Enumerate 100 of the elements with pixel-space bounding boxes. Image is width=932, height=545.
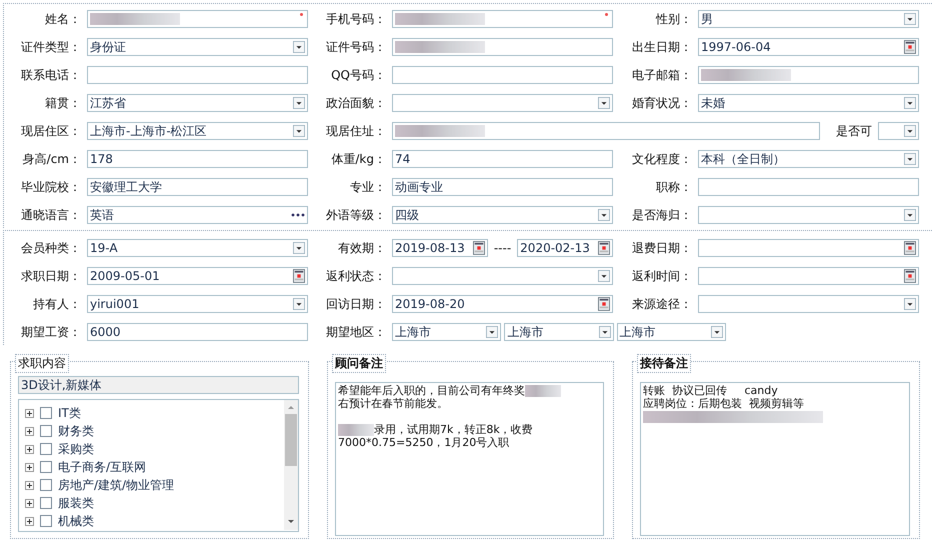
- expand-icon[interactable]: [25, 426, 34, 436]
- dropdown-caret-icon: [710, 326, 723, 338]
- field-label: 外语等级：: [325, 206, 387, 224]
- dropdown-caret-icon: [293, 41, 305, 53]
- text-field[interactable]: [698, 66, 919, 84]
- checkbox[interactable]: [40, 479, 52, 491]
- dropdown[interactable]: 身份证: [87, 38, 308, 56]
- checkbox[interactable]: [40, 497, 52, 509]
- text-field[interactable]: [392, 38, 613, 56]
- field-label: 文化程度：: [631, 150, 693, 168]
- dropdown[interactable]: 上海市: [392, 323, 502, 341]
- calendar-icon: [598, 297, 610, 311]
- expand-icon[interactable]: [25, 462, 34, 472]
- dropdown-caret-icon: [904, 125, 916, 137]
- dropdown-caret-icon: [293, 242, 305, 254]
- field-label: 政治面貌：: [325, 94, 387, 112]
- scrollbar[interactable]: [284, 400, 298, 530]
- dropdown[interactable]: 四级: [392, 206, 613, 224]
- category-label[interactable]: 服装类: [58, 494, 94, 512]
- field-label: 持有人：: [32, 296, 82, 312]
- field-label: 体重/kg：: [330, 150, 387, 168]
- category-label[interactable]: 机械类: [58, 512, 94, 530]
- dropdown[interactable]: 上海市: [616, 323, 726, 341]
- dropdown[interactable]: 19-A: [87, 239, 308, 257]
- date-field[interactable]: [698, 239, 919, 257]
- field-label: 求职日期：: [20, 268, 82, 284]
- expand-icon[interactable]: [25, 444, 34, 454]
- dropdown[interactable]: [392, 94, 613, 112]
- date-field[interactable]: 2019-08-20: [392, 295, 613, 313]
- expand-icon[interactable]: [25, 516, 34, 526]
- text-field[interactable]: 178: [87, 150, 308, 168]
- text-field[interactable]: [392, 122, 820, 140]
- category-label[interactable]: IT类: [58, 404, 81, 422]
- category-label[interactable]: 采购类: [58, 440, 94, 458]
- dropdown[interactable]: [698, 295, 919, 313]
- lookup-field[interactable]: 英语: [87, 206, 308, 224]
- panel-legend: 接待备注: [637, 354, 691, 373]
- note-text: 右预计在春节前能发。: [338, 397, 448, 410]
- dropdown[interactable]: 未婚: [698, 94, 919, 112]
- dropdown-caret-icon: [486, 326, 498, 338]
- dropdown[interactable]: [698, 206, 919, 224]
- dropdown-caret-icon: [904, 298, 916, 310]
- date-field[interactable]: 2019-08-13: [392, 239, 488, 257]
- dropdown-caret-icon: [904, 97, 916, 109]
- field-label: 是否海归：: [631, 206, 693, 224]
- checkbox[interactable]: [40, 461, 52, 473]
- dropdown-caret-icon: [904, 13, 916, 25]
- note-text: 转账 协议已回传 candy: [643, 384, 778, 397]
- text-field[interactable]: [392, 66, 613, 84]
- redacted-block: [338, 424, 374, 436]
- dropdown-caret-icon: [598, 97, 610, 109]
- panel-legend: 顾问备注: [332, 354, 386, 373]
- dropdown[interactable]: 本科（全日制）: [698, 150, 919, 168]
- dropdown-caret-icon: [904, 153, 916, 165]
- note-textarea[interactable]: 转账 协议已回传 candy 应聘岗位：后期包装 视频剪辑等: [640, 382, 910, 536]
- dropdown[interactable]: [392, 267, 613, 285]
- range-dash: ----: [492, 241, 512, 255]
- category-label[interactable]: 财务类: [58, 422, 94, 440]
- checkbox[interactable]: [40, 443, 52, 455]
- calendar-icon: [904, 241, 916, 255]
- expand-icon[interactable]: [25, 498, 34, 508]
- text-field[interactable]: [698, 178, 919, 196]
- dropdown[interactable]: yirui001: [87, 295, 308, 313]
- dropdown[interactable]: 男: [698, 10, 919, 28]
- field-label: 期望工资：: [20, 324, 82, 340]
- dropdown[interactable]: 江苏省: [87, 94, 308, 112]
- field-label: 专业：: [349, 178, 387, 196]
- field-label: 有效期：: [337, 240, 387, 256]
- text-field[interactable]: [87, 66, 308, 84]
- checkbox[interactable]: [40, 407, 52, 419]
- text-field[interactable]: [87, 10, 308, 28]
- text-field[interactable]: 74: [392, 150, 613, 168]
- date-field[interactable]: [698, 267, 919, 285]
- field-label: 现居住区：: [20, 122, 82, 140]
- date-field[interactable]: 2020-02-13: [517, 239, 614, 257]
- expand-icon[interactable]: [25, 480, 34, 490]
- dropdown[interactable]: 上海市-上海市-松江区: [87, 122, 308, 140]
- ellipsis-icon: [291, 213, 305, 217]
- text-field[interactable]: 6000: [87, 323, 308, 341]
- category-label[interactable]: 房地产/建筑/物业管理: [58, 476, 174, 494]
- note-text: 录用，试用期7k，转正8k，收费: [374, 423, 533, 436]
- text-field[interactable]: 安徽理工大学: [87, 178, 308, 196]
- note-textarea[interactable]: 希望能年后入职的，目前公司有年终奖 右预计在春节前能发。 录用，试用期7k，转正8k，收费 7000*0.75=5250，1月20号入职: [335, 382, 604, 536]
- field-label: 婚育状况：: [631, 94, 693, 112]
- calendar-icon: [904, 269, 916, 283]
- dropdown-caret-icon: [293, 97, 305, 109]
- dropdown-caret-icon: [598, 209, 610, 221]
- expand-icon[interactable]: [25, 408, 34, 418]
- checkbox[interactable]: [40, 425, 52, 437]
- checkbox[interactable]: [40, 515, 52, 527]
- date-field[interactable]: 2009-05-01: [87, 267, 308, 285]
- selected-categories-field: 3D设计,新媒体: [18, 376, 299, 394]
- dropdown[interactable]: 上海市: [504, 323, 614, 341]
- category-label[interactable]: 电子商务/互联网: [58, 458, 146, 476]
- date-field[interactable]: 1997-06-04: [698, 38, 919, 56]
- dropdown[interactable]: [878, 122, 919, 140]
- text-field[interactable]: [392, 10, 613, 28]
- dropdown-caret-icon: [598, 270, 610, 282]
- text-field[interactable]: 动画专业: [392, 178, 613, 196]
- field-label: 证件类型：: [20, 38, 82, 56]
